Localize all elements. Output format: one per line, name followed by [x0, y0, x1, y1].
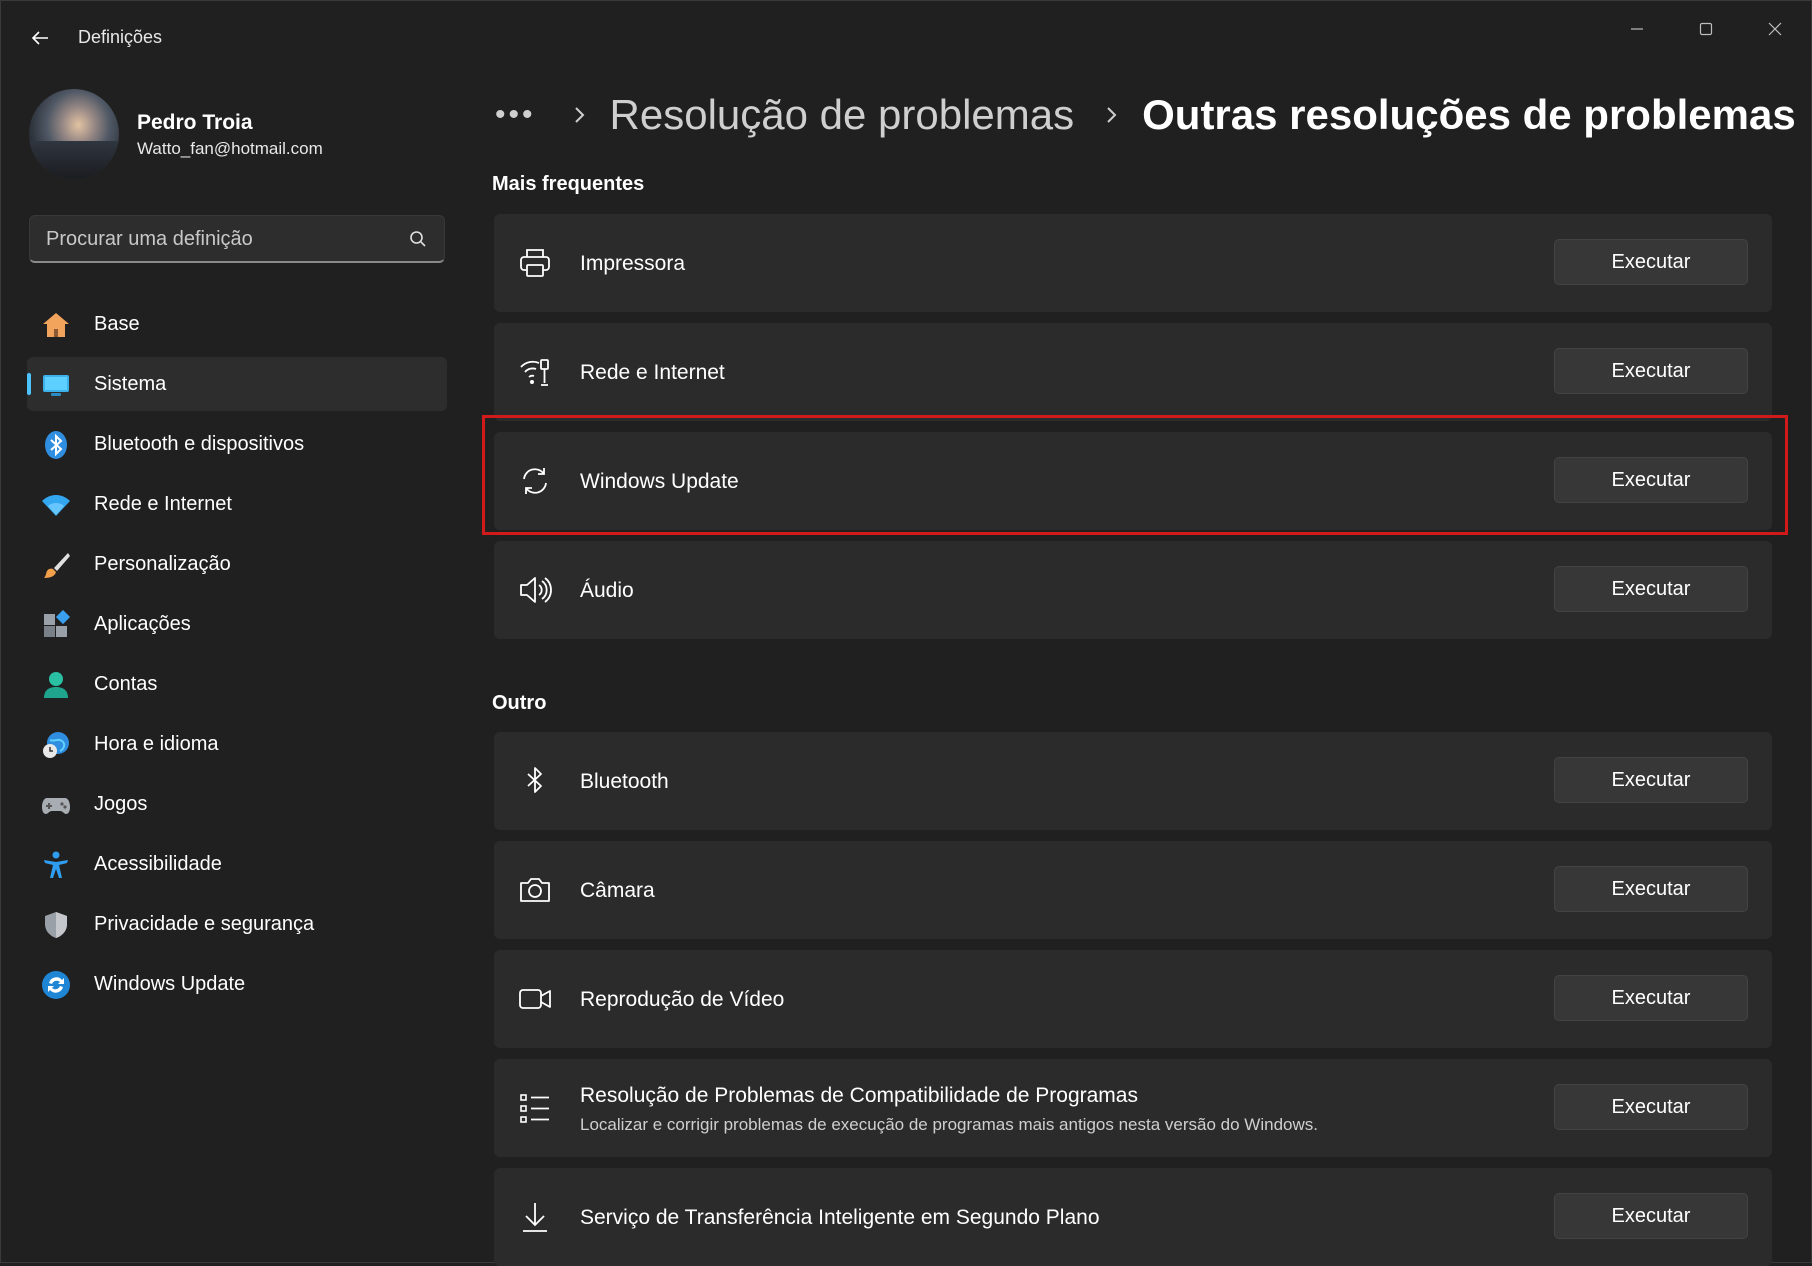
card-subtitle: Localizar e corrigir problemas de execuç…: [580, 1115, 1318, 1134]
minimize-button[interactable]: [1609, 11, 1665, 47]
avatar[interactable]: [29, 89, 119, 179]
title-bar: Definições: [1, 1, 1812, 73]
troubleshooter-card-bluetooth: Bluetooth Executar: [494, 732, 1772, 830]
breadcrumb-parent[interactable]: Resolução de problemas: [610, 91, 1075, 139]
printer-icon: [520, 249, 550, 277]
run-button[interactable]: Executar: [1554, 566, 1748, 612]
card-title: Bluetooth: [580, 770, 669, 793]
monitor-icon: [43, 375, 69, 396]
run-button[interactable]: Executar: [1554, 457, 1748, 503]
sidebar-item-contas[interactable]: Contas: [27, 657, 447, 711]
sidebar-item-rede[interactable]: Rede e Internet: [27, 477, 447, 531]
troubleshooter-card-compatibility: Resolução de Problemas de Compatibilidad…: [494, 1059, 1772, 1157]
sidebar-item-label: Rede e Internet: [94, 492, 232, 515]
wifi-icon: [42, 495, 70, 516]
sidebar-item-privacidade[interactable]: Privacidade e segurança: [27, 897, 447, 951]
card-title: Resolução de Problemas de Compatibilidad…: [580, 1084, 1138, 1107]
maximize-button[interactable]: [1678, 11, 1734, 47]
sidebar-item-acessibilidade[interactable]: Acessibilidade: [27, 837, 447, 891]
sidebar-item-base[interactable]: Base: [27, 297, 447, 351]
sidebar-item-label: Base: [94, 312, 140, 335]
update-icon: [42, 971, 70, 999]
run-button[interactable]: Executar: [1554, 348, 1748, 394]
sidebar-item-sistema[interactable]: Sistema: [27, 357, 447, 411]
run-button[interactable]: Executar: [1554, 975, 1748, 1021]
sidebar-item-bluetooth[interactable]: Bluetooth e dispositivos: [27, 417, 447, 471]
back-arrow-icon: [31, 31, 48, 45]
sidebar-item-label: Windows Update: [94, 972, 246, 995]
run-button[interactable]: Executar: [1554, 239, 1748, 285]
sidebar-item-label: Sistema: [94, 372, 167, 395]
bluetooth-icon: [45, 431, 67, 459]
run-button[interactable]: Executar: [1554, 1193, 1748, 1239]
sidebar-item-label: Personalização: [94, 552, 231, 575]
sidebar-item-label: Acessibilidade: [94, 852, 222, 875]
download-icon: [523, 1203, 547, 1232]
section-title-other: Outro: [492, 692, 547, 714]
sidebar-item-aplicacoes[interactable]: Aplicações: [27, 597, 447, 651]
troubleshooter-card-printer: Impressora Executar: [494, 214, 1772, 312]
card-title: Áudio: [580, 579, 634, 602]
run-button[interactable]: Executar: [1554, 866, 1748, 912]
settings-window: Definições Pedro Troia Watto_fan@hotmail…: [0, 0, 1812, 1266]
bluetooth-icon: [527, 767, 542, 793]
network-icon: [520, 359, 549, 386]
sync-icon: [523, 468, 547, 494]
sidebar-item-label: Jogos: [94, 792, 148, 815]
sidebar-item-label: Aplicações: [94, 612, 191, 635]
list-icon: [520, 1094, 549, 1123]
sidebar-item-hora[interactable]: Hora e idioma: [27, 717, 447, 771]
card-title: Windows Update: [580, 470, 739, 493]
troubleshooter-card-network: Rede e Internet Executar: [494, 323, 1772, 421]
card-title: Reprodução de Vídeo: [580, 988, 785, 1011]
brush-icon: [44, 553, 70, 578]
card-title: Câmara: [580, 879, 655, 902]
chevron-right-icon: [574, 107, 584, 123]
minimize-icon: [1631, 28, 1643, 30]
gamepad-icon: [42, 798, 70, 814]
chevron-right-icon: [1107, 107, 1117, 123]
sidebar-item-personalizacao[interactable]: Personalização: [27, 537, 447, 591]
home-icon: [43, 313, 69, 337]
sidebar-item-label: Hora e idioma: [94, 732, 219, 755]
troubleshooter-card-windows-update: Windows Update Executar: [494, 432, 1772, 530]
close-icon: [1768, 22, 1782, 36]
clock-globe-icon: [43, 732, 69, 758]
breadcrumb: ••• Resolução de problemas Outras resolu…: [495, 85, 1796, 145]
apps-icon: [44, 610, 71, 637]
card-title: Serviço de Transferência Inteligente em …: [580, 1206, 1100, 1229]
sidebar-item-label: Contas: [94, 672, 158, 695]
app-title: Definições: [78, 27, 163, 47]
sidebar-item-windows-update[interactable]: Windows Update: [27, 957, 447, 1011]
search-box: [29, 215, 445, 263]
section-title-frequent: Mais frequentes: [492, 173, 645, 195]
back-button[interactable]: [23, 21, 57, 55]
sidebar-nav: Base Sistema Bluetooth e dispositivos Re…: [27, 297, 447, 1017]
camera-icon: [520, 878, 550, 902]
user-name: Pedro Troia: [137, 111, 253, 134]
troubleshooter-card-camera: Câmara Executar: [494, 841, 1772, 939]
account-icon: [44, 672, 68, 698]
run-button[interactable]: Executar: [1554, 1084, 1748, 1130]
shield-icon: [45, 912, 67, 938]
video-icon: [519, 989, 551, 1009]
maximize-icon: [1699, 22, 1713, 36]
run-button[interactable]: Executar: [1554, 757, 1748, 803]
accessibility-icon: [44, 851, 68, 878]
page-title: Outras resoluções de problemas: [1142, 91, 1796, 138]
speaker-icon: [520, 577, 552, 603]
sidebar-item-label: Privacidade e segurança: [94, 912, 315, 935]
troubleshooter-card-video: Reprodução de Vídeo Executar: [494, 950, 1772, 1048]
breadcrumb-more-button[interactable]: •••: [495, 98, 536, 132]
close-button[interactable]: [1747, 11, 1803, 47]
search-input[interactable]: [44, 216, 408, 262]
sidebar-item-jogos[interactable]: Jogos: [27, 777, 447, 831]
troubleshooter-card-audio: Áudio Executar: [494, 541, 1772, 639]
card-title: Rede e Internet: [580, 361, 725, 384]
card-title: Impressora: [580, 252, 686, 275]
troubleshooter-card-bits: Serviço de Transferência Inteligente em …: [494, 1168, 1772, 1266]
user-email: Watto_fan@hotmail.com: [137, 139, 323, 158]
sidebar-item-label: Bluetooth e dispositivos: [94, 432, 305, 455]
search-icon[interactable]: [408, 229, 428, 249]
